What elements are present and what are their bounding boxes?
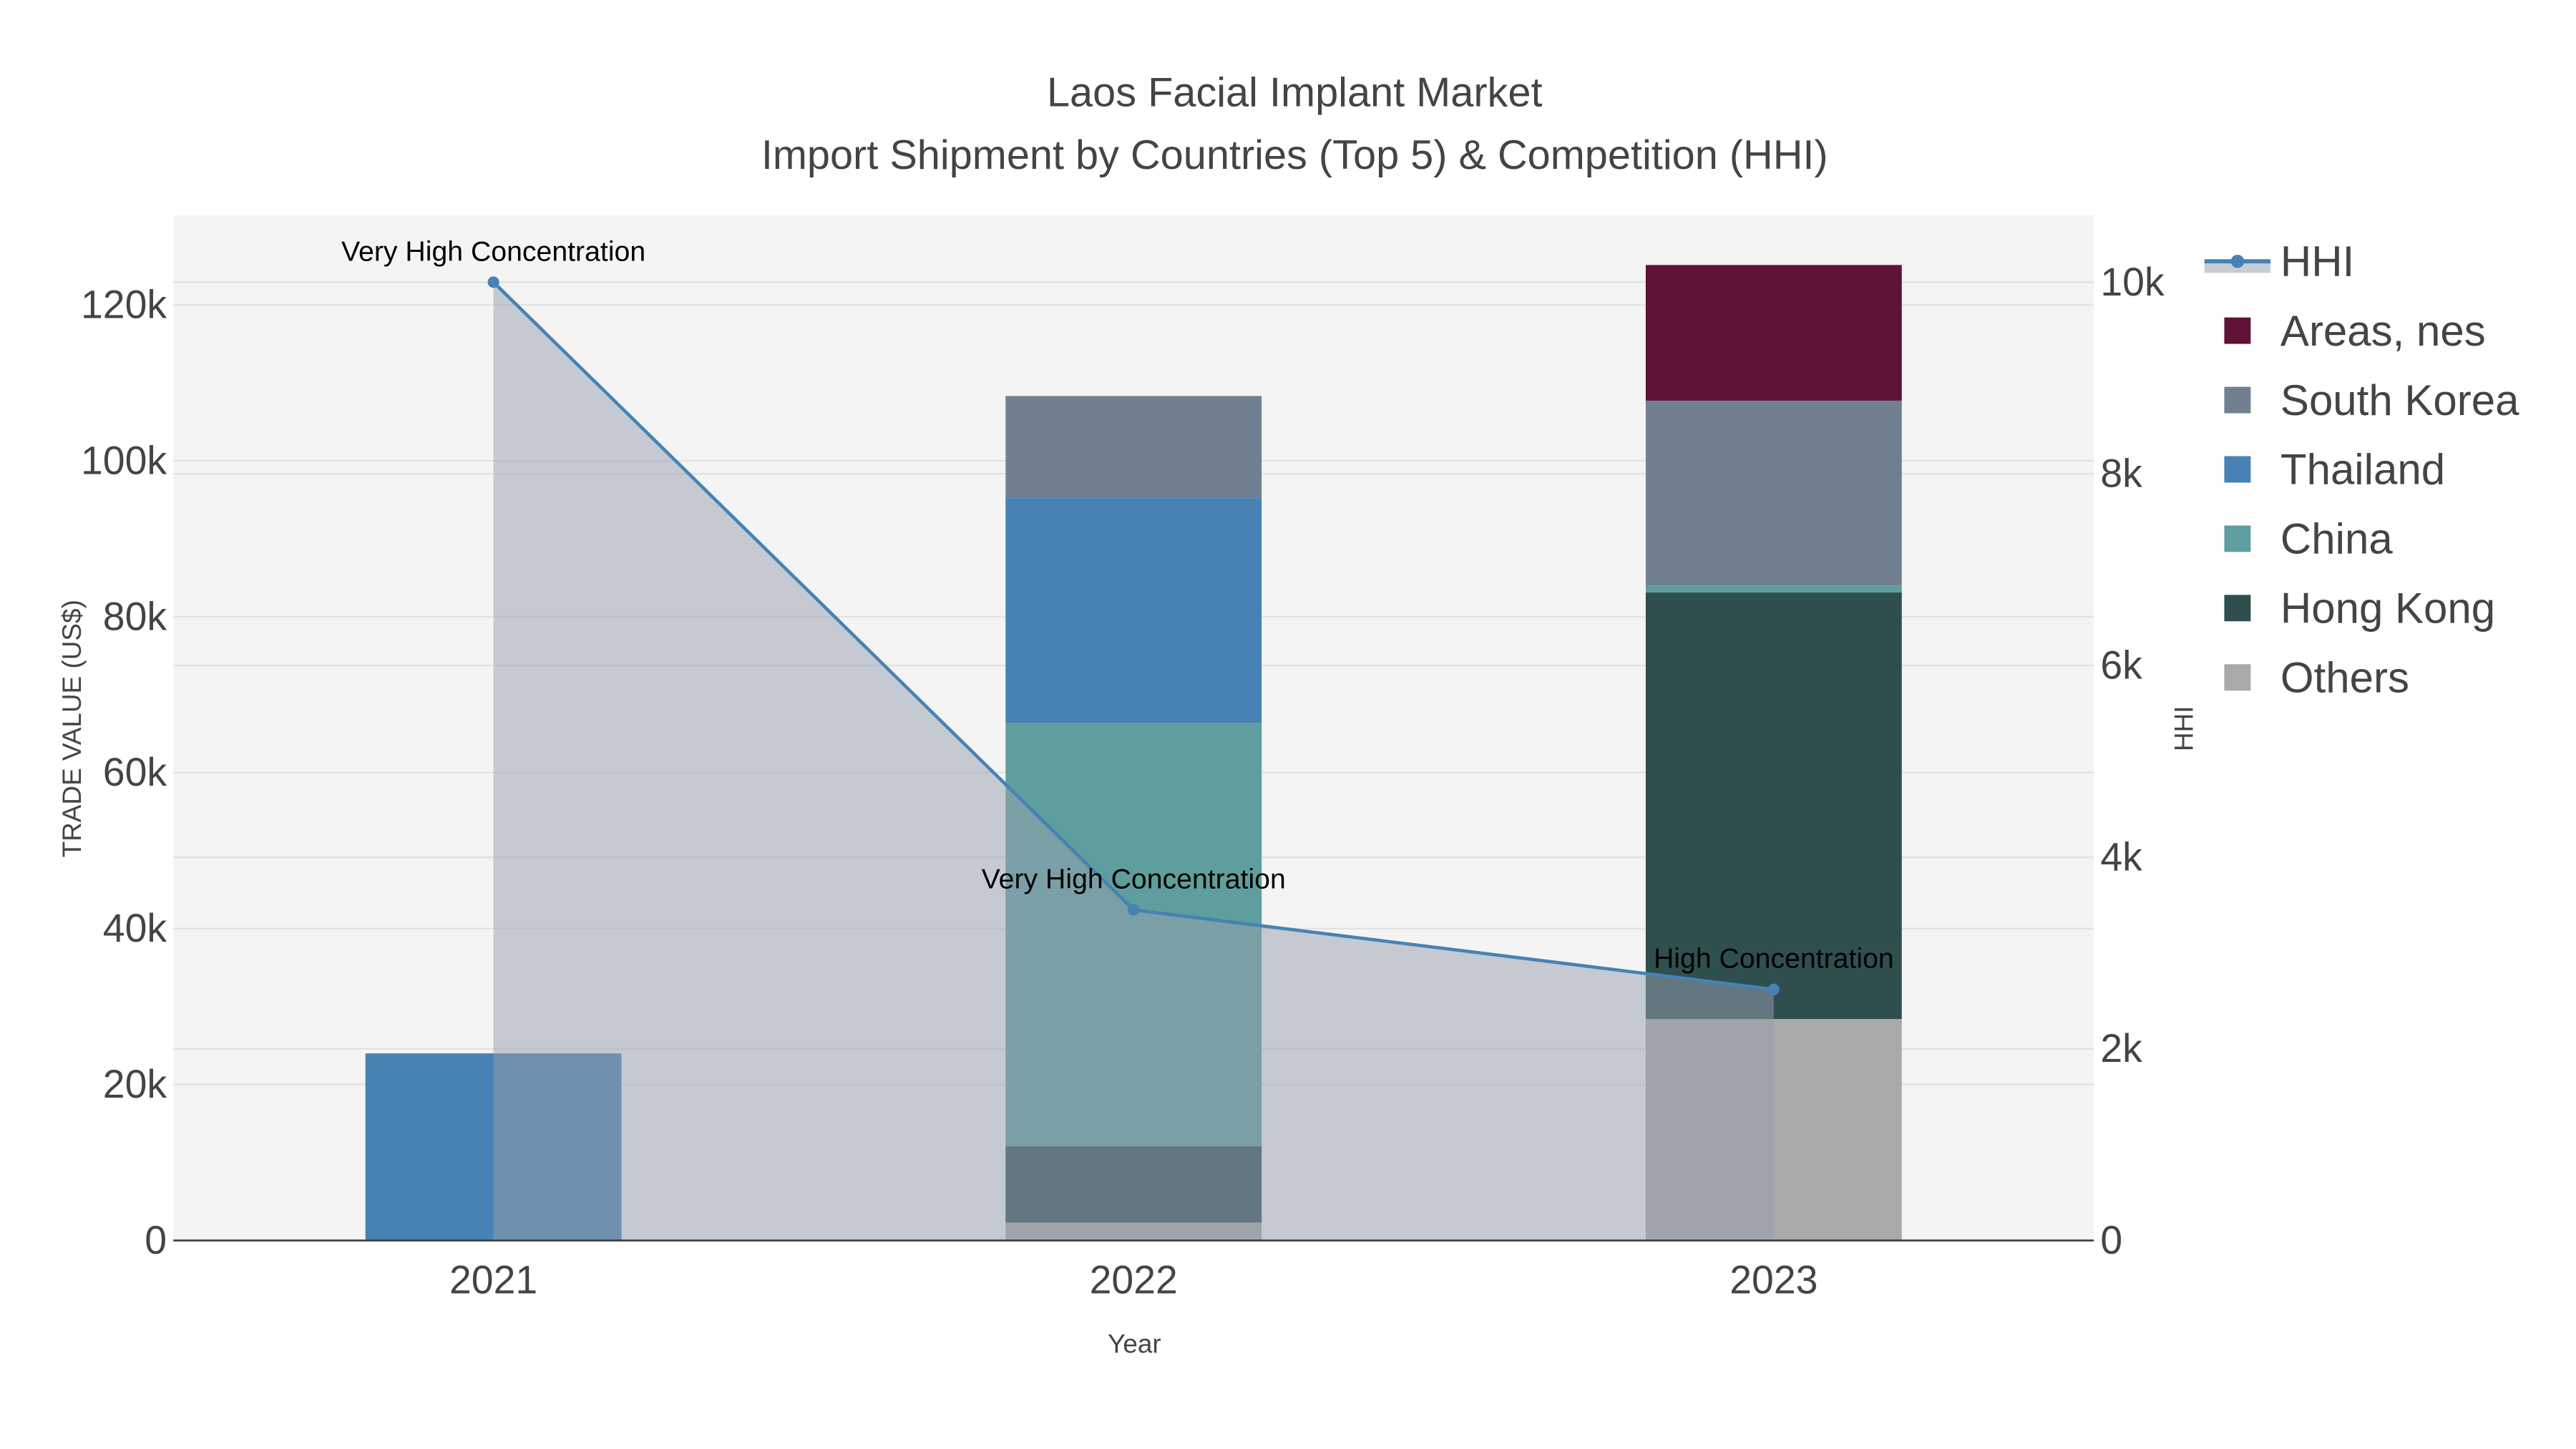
legend-label: Hong Kong	[2280, 585, 2495, 633]
y2-tick-label: 6k	[2100, 643, 2142, 688]
legend-label: South Korea	[2280, 376, 2519, 424]
y-tick-label: 120k	[81, 282, 167, 326]
x-axis-title: Year	[1108, 1330, 1161, 1359]
y-axis-title: TRADE VALUE (US$)	[57, 600, 87, 857]
legend-swatch	[2224, 386, 2251, 414]
y2-tick-label: 10k	[2100, 260, 2165, 304]
x-tick-label: 2021	[449, 1258, 537, 1302]
chart: Very High Concentration Very High Concent…	[0, 0, 2576, 1449]
x-tick-label: 2022	[1090, 1258, 1178, 1302]
x-tick-label: 2023	[1729, 1258, 1818, 1302]
bar-areas-nes-2023	[1645, 265, 1902, 401]
hhi-point	[1128, 904, 1140, 916]
y-tick-label: 0	[145, 1218, 167, 1262]
legend-hhi-marker	[2230, 254, 2245, 268]
bar-thailand-2022	[1005, 498, 1262, 723]
bar-china-2023	[1645, 585, 1902, 593]
legend-swatch	[2224, 664, 2251, 691]
legend-swatch	[2224, 317, 2251, 344]
y2-tick-label: 2k	[2100, 1026, 2142, 1070]
y2-axis-title: HHI	[2170, 706, 2199, 751]
hhi-annotation: Very High Concentration	[341, 235, 645, 267]
legend-label: HHI	[2280, 238, 2354, 286]
legend-label: Others	[2280, 654, 2409, 702]
legend-swatch	[2224, 456, 2251, 483]
hhi-point	[1767, 983, 1780, 995]
y2-tick-label: 4k	[2100, 834, 2142, 879]
hhi-point	[487, 276, 499, 288]
chart-title: Laos Facial Implant Market	[1047, 69, 1543, 115]
y2-tick-label: 0	[2100, 1218, 2122, 1262]
y-tick-label: 60k	[103, 750, 167, 794]
legend-label: China	[2280, 515, 2393, 563]
y-tick-label: 20k	[103, 1062, 167, 1106]
legend-swatch	[2224, 525, 2251, 552]
y-tick-label: 100k	[81, 438, 167, 482]
chart-subtitle: Import Shipment by Countries (Top 5) & C…	[761, 132, 1828, 178]
bar-south-korea-2023	[1645, 400, 1902, 586]
bar-south-korea-2022	[1005, 396, 1262, 499]
legend-label: Thailand	[2280, 446, 2445, 494]
legend-label: Areas, nes	[2280, 307, 2486, 355]
y-tick-label: 40k	[103, 906, 167, 950]
hhi-annotation: Very High Concentration	[982, 864, 1286, 895]
legend-swatch	[2224, 595, 2251, 622]
y-tick-label: 80k	[103, 594, 167, 638]
hhi-annotation: High Concentration	[1654, 943, 1894, 975]
y2-tick-label: 8k	[2100, 452, 2142, 496]
